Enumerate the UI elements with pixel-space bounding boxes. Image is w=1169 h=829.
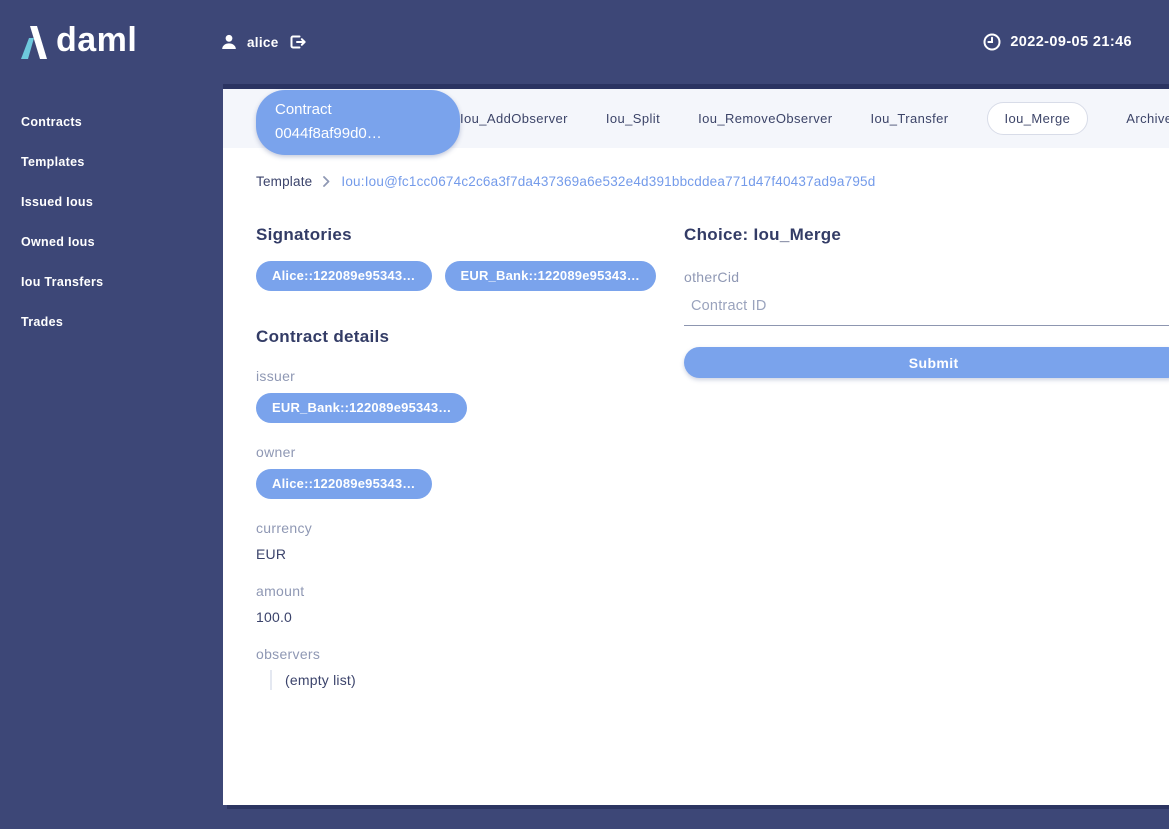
contract-id-tab[interactable]: Contract 0044f8af99d0… <box>256 90 460 155</box>
user-icon <box>220 33 238 51</box>
tab-archive[interactable]: Archive <box>1126 111 1169 126</box>
party-chip-alice: Alice::122089e95343… <box>256 261 432 291</box>
tab-iou-merge[interactable]: Iou_Merge <box>986 102 1089 135</box>
owner-value-wrap: Alice::122089e95343… <box>256 469 656 499</box>
choice-form-column: Choice: Iou_Merge otherCid Submit <box>684 189 1169 690</box>
contract-card: Contract 0044f8af99d0… Iou_AddObserver I… <box>223 84 1169 805</box>
page-layout: Contracts Templates Issued Ious Owned Io… <box>0 84 1169 829</box>
party-chip-eur-bank: EUR_Bank::122089e95343… <box>444 261 656 291</box>
clock-icon <box>983 33 1001 51</box>
sidebar-item-contracts[interactable]: Contracts <box>0 102 223 142</box>
observers-empty-list: (empty list) <box>270 670 656 690</box>
daml-logo-icon <box>20 25 47 59</box>
currency-value: EUR <box>256 546 287 562</box>
main-area: Contract 0044f8af99d0… Iou_AddObserver I… <box>223 84 1169 829</box>
contract-details-heading: Contract details <box>256 327 390 346</box>
logout-icon[interactable] <box>288 33 307 51</box>
amount-label: amount <box>256 583 305 599</box>
sidebar-item-trades[interactable]: Trades <box>0 302 223 342</box>
othercid-label: otherCid <box>684 269 740 285</box>
signatories-heading: Signatories <box>256 225 352 244</box>
contract-tab-line1: Contract <box>275 101 332 119</box>
owner-party-chip: Alice::122089e95343… <box>256 469 432 499</box>
user-menu: alice <box>203 33 307 51</box>
submit-button[interactable]: Submit <box>684 347 1169 378</box>
tab-iou-split[interactable]: Iou_Split <box>606 111 660 126</box>
logo-wordmark: daml <box>56 21 138 59</box>
signatories-list: Alice::122089e95343… EUR_Bank::122089e95… <box>256 261 656 291</box>
owner-label: owner <box>256 444 296 460</box>
app-header: daml alice 2022-09-05 21:46 <box>0 0 1169 84</box>
issuer-value-wrap: EUR_Bank::122089e95343… <box>256 393 656 423</box>
breadcrumb-template-id[interactable]: Iou:Iou@fc1cc0674c2c6a3f7da437369a6e532e… <box>341 174 875 189</box>
sidebar-item-owned-ious[interactable]: Owned Ious <box>0 222 223 262</box>
othercid-input[interactable] <box>684 289 1169 326</box>
content-columns: Signatories Alice::122089e95343… EUR_Ban… <box>223 189 1169 690</box>
tab-iou-addobserver[interactable]: Iou_AddObserver <box>460 111 568 126</box>
currency-label: currency <box>256 520 313 536</box>
choice-tab-list: Iou_AddObserver Iou_Split Iou_RemoveObse… <box>460 102 1169 135</box>
amount-value: 100.0 <box>256 609 293 625</box>
sidebar-item-iou-transfers[interactable]: Iou Transfers <box>0 262 223 302</box>
choice-heading: Choice: Iou_Merge <box>684 225 842 244</box>
sidebar-nav: Contracts Templates Issued Ious Owned Io… <box>0 84 223 829</box>
contract-tabbar: Contract 0044f8af99d0… Iou_AddObserver I… <box>223 89 1169 155</box>
ledger-time: 2022-09-05 21:46 <box>983 33 1169 51</box>
app-logo: daml <box>0 23 203 61</box>
issuer-party-chip: EUR_Bank::122089e95343… <box>256 393 468 423</box>
tab-iou-transfer[interactable]: Iou_Transfer <box>870 111 948 126</box>
chevron-right-icon <box>323 176 330 187</box>
user-name: alice <box>247 34 279 50</box>
sidebar-item-issued-ious[interactable]: Issued Ious <box>0 182 223 222</box>
sidebar-item-templates[interactable]: Templates <box>0 142 223 182</box>
observers-label: observers <box>256 646 321 662</box>
ledger-timestamp: 2022-09-05 21:46 <box>1010 34 1132 50</box>
tab-iou-removeobserver[interactable]: Iou_RemoveObserver <box>698 111 832 126</box>
breadcrumb-template[interactable]: Template <box>256 174 312 189</box>
issuer-label: issuer <box>256 368 296 384</box>
contract-tab-line2: 0044f8af99d0… <box>275 124 382 142</box>
contract-info-column: Signatories Alice::122089e95343… EUR_Ban… <box>256 189 656 690</box>
